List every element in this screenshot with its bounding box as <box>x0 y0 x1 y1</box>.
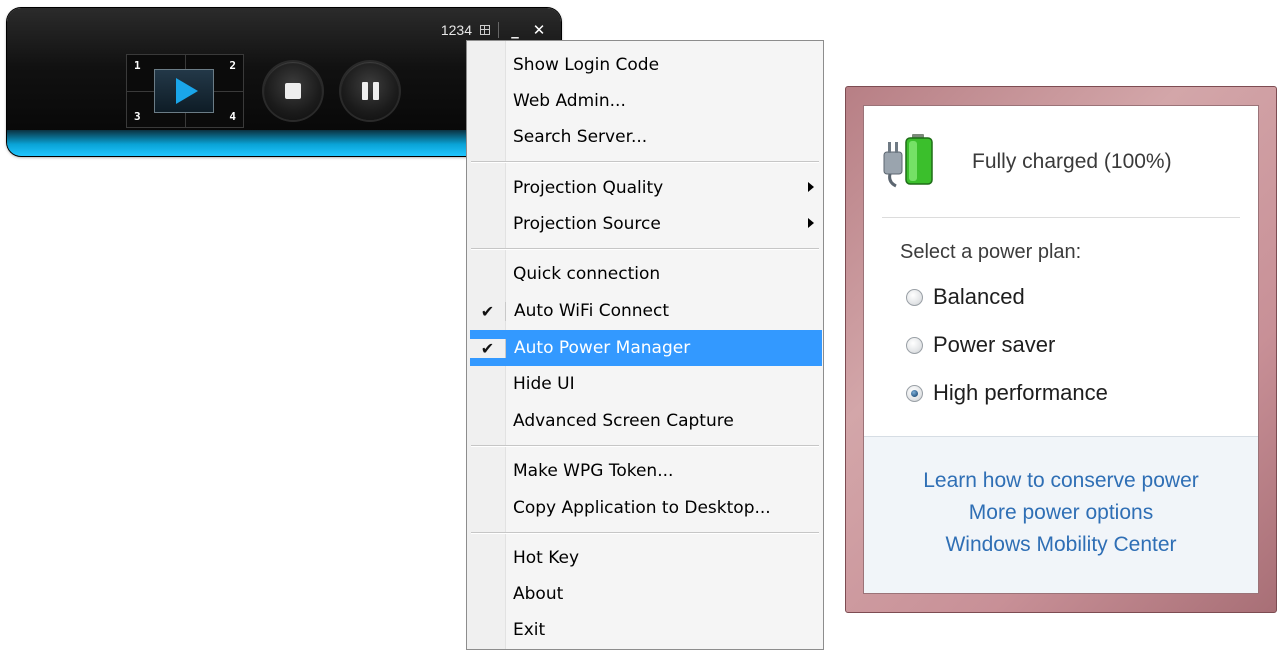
pause-icon <box>361 82 379 100</box>
menu-separator <box>471 161 819 163</box>
menu-item-search-server[interactable]: Search Server... <box>470 119 822 155</box>
checkmark-icon: ✔ <box>470 301 506 321</box>
quadrant-1-button[interactable]: 1 <box>134 59 141 72</box>
power-plan-high-performance[interactable]: High performance <box>906 380 1108 406</box>
power-plan-label: Balanced <box>933 284 1025 309</box>
player-titlebar: 1234 _ ✕ <box>441 20 547 40</box>
power-plan-heading: Select a power plan: <box>900 241 1082 263</box>
power-plan-label: High performance <box>933 380 1108 405</box>
menu-item-label: About <box>513 584 564 604</box>
context-menu: Show Login Code Web Admin... Search Serv… <box>466 40 824 650</box>
menu-item-label: Search Server... <box>513 127 648 147</box>
play-icon <box>176 78 198 104</box>
menu-item-label: Hide UI <box>513 374 575 394</box>
grid-icon[interactable] <box>480 25 490 35</box>
menu-separator <box>471 445 819 447</box>
power-flyout: Fully charged (100%) Select a power plan… <box>845 86 1277 613</box>
menu-separator <box>471 532 819 534</box>
menu-item-hide-ui[interactable]: Hide UI <box>470 366 822 402</box>
close-icon[interactable]: ✕ <box>531 21 547 39</box>
quadrant-3-button[interactable]: 3 <box>134 110 141 123</box>
stop-icon <box>285 83 301 99</box>
menu-item-advanced-screen-capture[interactable]: Advanced Screen Capture <box>470 403 822 439</box>
power-plan-label: Power saver <box>933 332 1056 357</box>
menu-separator <box>471 248 819 250</box>
submenu-arrow-icon <box>808 182 814 192</box>
menu-item-label: Make WPG Token... <box>513 461 674 481</box>
flyout-footer: Learn how to conserve power More power o… <box>864 436 1258 593</box>
menu-item-label: Auto WiFi Connect <box>514 301 669 321</box>
submenu-arrow-icon <box>808 218 814 228</box>
more-power-options-link[interactable]: More power options <box>864 501 1258 525</box>
checkmark-icon: ✔ <box>470 338 506 358</box>
radio-unselected-icon[interactable] <box>906 288 923 306</box>
play-button[interactable] <box>154 69 214 113</box>
power-plan-balanced[interactable]: Balanced <box>906 284 1025 310</box>
minimize-icon[interactable]: _ <box>507 21 523 39</box>
menu-item-projection-source[interactable]: Projection Source <box>470 206 822 242</box>
menu-item-projection-quality[interactable]: Projection Quality <box>470 170 822 206</box>
radio-selected-icon[interactable] <box>906 384 923 402</box>
power-flyout-panel: Fully charged (100%) Select a power plan… <box>863 105 1259 594</box>
battery-plug-icon <box>883 134 933 188</box>
quadrant-selector: 1 2 3 4 <box>126 54 244 128</box>
menu-item-label: Quick connection <box>513 264 661 284</box>
titlebar-separator <box>498 22 499 38</box>
learn-conserve-power-link[interactable]: Learn how to conserve power <box>864 469 1258 493</box>
menu-item-label: Projection Quality <box>513 178 664 198</box>
menu-item-about[interactable]: About <box>470 576 822 612</box>
menu-item-show-login-code[interactable]: Show Login Code <box>470 47 822 83</box>
menu-item-label: Hot Key <box>513 548 580 568</box>
menu-item-label: Exit <box>513 620 546 640</box>
menu-item-label: Advanced Screen Capture <box>513 411 734 431</box>
menu-item-web-admin[interactable]: Web Admin... <box>470 83 822 119</box>
menu-item-label: Show Login Code <box>513 55 660 75</box>
menu-item-label: Copy Application to Desktop... <box>513 498 771 518</box>
menu-item-make-wpg-token[interactable]: Make WPG Token... <box>470 453 822 489</box>
menu-item-label: Projection Source <box>513 214 661 234</box>
menu-item-hot-key[interactable]: Hot Key <box>470 540 822 576</box>
menu-item-label: Auto Power Manager <box>514 338 691 358</box>
quadrant-4-button[interactable]: 4 <box>229 110 236 123</box>
flyout-divider <box>882 217 1240 218</box>
quadrant-2-button[interactable]: 2 <box>229 59 236 72</box>
pause-button[interactable] <box>341 62 399 120</box>
battery-status-text: Fully charged (100%) <box>972 150 1172 173</box>
menu-item-quick-connection[interactable]: Quick connection <box>470 256 822 292</box>
login-code-label: 1234 <box>440 22 472 38</box>
power-plan-power-saver[interactable]: Power saver <box>906 332 1055 358</box>
menu-item-label: Web Admin... <box>513 91 626 111</box>
stop-button[interactable] <box>264 62 322 120</box>
menu-item-copy-application[interactable]: Copy Application to Desktop... <box>470 490 822 526</box>
menu-item-auto-wifi-connect[interactable]: ✔ Auto WiFi Connect <box>470 293 822 329</box>
radio-unselected-icon[interactable] <box>906 336 923 354</box>
menu-item-auto-power-manager[interactable]: ✔ Auto Power Manager <box>470 330 822 366</box>
windows-mobility-center-link[interactable]: Windows Mobility Center <box>864 533 1258 557</box>
